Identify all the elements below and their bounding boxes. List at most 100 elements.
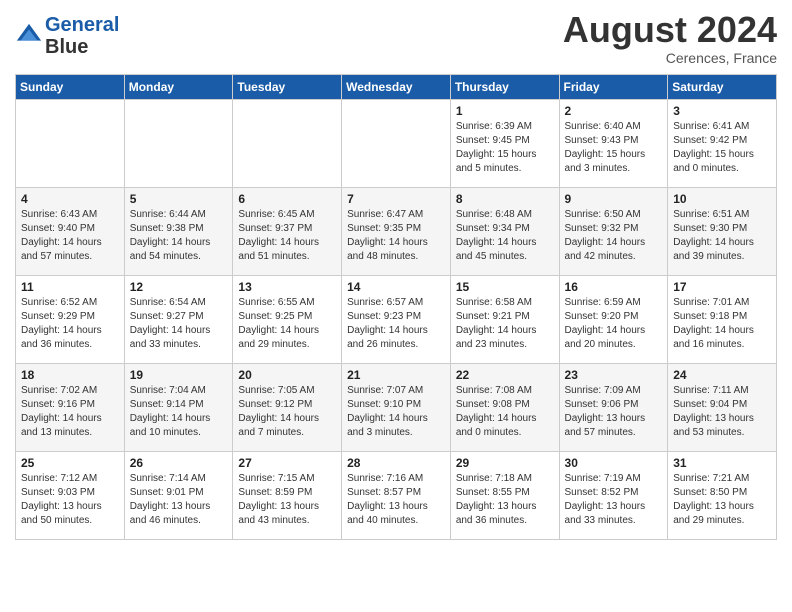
day-info: Sunrise: 6:48 AM Sunset: 9:34 PM Dayligh… [456,208,554,264]
day-info: Sunrise: 7:01 AM Sunset: 9:18 PM Dayligh… [673,296,771,352]
calendar-cell: 12 Sunrise: 6:54 AM Sunset: 9:27 PM Dayli… [124,275,233,363]
day-number: 3 [673,104,771,118]
day-number: 30 [565,456,663,470]
calendar-cell: 15 Sunrise: 6:58 AM Sunset: 9:21 PM Dayli… [450,275,559,363]
calendar-cell [233,99,342,187]
day-number: 1 [456,104,554,118]
day-info: Sunrise: 6:54 AM Sunset: 9:27 PM Dayligh… [130,296,228,352]
day-number: 4 [21,192,119,206]
day-number: 7 [347,192,445,206]
calendar-cell: 19 Sunrise: 7:04 AM Sunset: 9:14 PM Dayli… [124,363,233,451]
day-info: Sunrise: 7:11 AM Sunset: 9:04 PM Dayligh… [673,384,771,440]
calendar-cell: 5 Sunrise: 6:44 AM Sunset: 9:38 PM Daylig… [124,187,233,275]
day-number: 10 [673,192,771,206]
weekday-header-thursday: Thursday [450,74,559,99]
calendar-cell: 1 Sunrise: 6:39 AM Sunset: 9:45 PM Daylig… [450,99,559,187]
day-info: Sunrise: 6:40 AM Sunset: 9:43 PM Dayligh… [565,120,663,176]
day-info: Sunrise: 6:55 AM Sunset: 9:25 PM Dayligh… [238,296,336,352]
day-number: 20 [238,368,336,382]
calendar-cell: 10 Sunrise: 6:51 AM Sunset: 9:30 PM Dayli… [668,187,777,275]
day-number: 13 [238,280,336,294]
calendar-cell: 21Sunrise: 7:07 AM Sunset: 9:10 PM Dayli… [342,363,451,451]
day-number: 6 [238,192,336,206]
day-number: 25 [21,456,119,470]
day-number: 21 [347,368,445,382]
calendar-cell: 2 Sunrise: 6:40 AM Sunset: 9:43 PM Daylig… [559,99,668,187]
day-info: Sunrise: 7:05 AM Sunset: 9:12 PM Dayligh… [238,384,336,440]
day-info: Sunrise: 7:04 AM Sunset: 9:14 PM Dayligh… [130,384,228,440]
day-info: Sunrise: 6:44 AM Sunset: 9:38 PM Dayligh… [130,208,228,264]
calendar-cell: 29 Sunrise: 7:18 AM Sunset: 8:55 PM Dayli… [450,451,559,539]
logo-icon [15,22,43,50]
day-info: Sunrise: 7:09 AM Sunset: 9:06 PM Dayligh… [565,384,663,440]
day-number: 19 [130,368,228,382]
day-info: Sunrise: 7:16 AM Sunset: 8:57 PM Dayligh… [347,472,445,528]
calendar-cell: 9 Sunrise: 6:50 AM Sunset: 9:32 PM Daylig… [559,187,668,275]
calendar-week-row: 18Sunrise: 7:02 AM Sunset: 9:16 PM Dayli… [16,363,777,451]
calendar-cell: 14Sunrise: 6:57 AM Sunset: 9:23 PM Dayli… [342,275,451,363]
day-info: Sunrise: 6:41 AM Sunset: 9:42 PM Dayligh… [673,120,771,176]
day-info: Sunrise: 7:14 AM Sunset: 9:01 PM Dayligh… [130,472,228,528]
calendar-cell [16,99,125,187]
page-header: General Blue August 2024 Cerences, Franc… [15,10,777,66]
day-info: Sunrise: 6:51 AM Sunset: 9:30 PM Dayligh… [673,208,771,264]
day-number: 27 [238,456,336,470]
logo: General Blue [15,14,119,58]
calendar-cell: 3 Sunrise: 6:41 AM Sunset: 9:42 PM Daylig… [668,99,777,187]
day-number: 5 [130,192,228,206]
day-info: Sunrise: 7:15 AM Sunset: 8:59 PM Dayligh… [238,472,336,528]
location: Cerences, France [563,50,777,66]
calendar-cell: 25 Sunrise: 7:12 AM Sunset: 9:03 PM Dayli… [16,451,125,539]
day-number: 9 [565,192,663,206]
weekday-header-row: SundayMondayTuesdayWednesdayThursdayFrid… [16,74,777,99]
day-number: 23 [565,368,663,382]
day-info: Sunrise: 6:39 AM Sunset: 9:45 PM Dayligh… [456,120,554,176]
day-info: Sunrise: 7:12 AM Sunset: 9:03 PM Dayligh… [21,472,119,528]
calendar-cell: 22 Sunrise: 7:08 AM Sunset: 9:08 PM Dayli… [450,363,559,451]
calendar-cell: 24Sunrise: 7:11 AM Sunset: 9:04 PM Dayli… [668,363,777,451]
day-info: Sunrise: 7:21 AM Sunset: 8:50 PM Dayligh… [673,472,771,528]
weekday-header-saturday: Saturday [668,74,777,99]
calendar-cell [342,99,451,187]
day-info: Sunrise: 6:50 AM Sunset: 9:32 PM Dayligh… [565,208,663,264]
day-number: 15 [456,280,554,294]
day-number: 17 [673,280,771,294]
calendar-cell: 30 Sunrise: 7:19 AM Sunset: 8:52 PM Dayli… [559,451,668,539]
calendar-cell: 11Sunrise: 6:52 AM Sunset: 9:29 PM Dayli… [16,275,125,363]
calendar-cell: 31 Sunrise: 7:21 AM Sunset: 8:50 PM Dayli… [668,451,777,539]
calendar-cell: 28 Sunrise: 7:16 AM Sunset: 8:57 PM Dayli… [342,451,451,539]
calendar-cell: 18Sunrise: 7:02 AM Sunset: 9:16 PM Dayli… [16,363,125,451]
calendar-cell: 6 Sunrise: 6:45 AM Sunset: 9:37 PM Daylig… [233,187,342,275]
day-number: 22 [456,368,554,382]
day-info: Sunrise: 7:18 AM Sunset: 8:55 PM Dayligh… [456,472,554,528]
day-number: 18 [21,368,119,382]
day-number: 28 [347,456,445,470]
calendar-cell: 23 Sunrise: 7:09 AM Sunset: 9:06 PM Dayli… [559,363,668,451]
day-info: Sunrise: 6:59 AM Sunset: 9:20 PM Dayligh… [565,296,663,352]
calendar-cell: 20 Sunrise: 7:05 AM Sunset: 9:12 PM Dayli… [233,363,342,451]
day-number: 12 [130,280,228,294]
weekday-header-wednesday: Wednesday [342,74,451,99]
calendar-cell: 16 Sunrise: 6:59 AM Sunset: 9:20 PM Dayli… [559,275,668,363]
day-info: Sunrise: 7:19 AM Sunset: 8:52 PM Dayligh… [565,472,663,528]
weekday-header-monday: Monday [124,74,233,99]
day-info: Sunrise: 7:08 AM Sunset: 9:08 PM Dayligh… [456,384,554,440]
calendar-cell: 7 Sunrise: 6:47 AM Sunset: 9:35 PM Daylig… [342,187,451,275]
day-number: 26 [130,456,228,470]
day-number: 16 [565,280,663,294]
day-info: Sunrise: 6:58 AM Sunset: 9:21 PM Dayligh… [456,296,554,352]
logo-text: General Blue [45,14,119,58]
day-info: Sunrise: 6:47 AM Sunset: 9:35 PM Dayligh… [347,208,445,264]
day-number: 2 [565,104,663,118]
day-info: Sunrise: 6:57 AM Sunset: 9:23 PM Dayligh… [347,296,445,352]
weekday-header-sunday: Sunday [16,74,125,99]
calendar-table: SundayMondayTuesdayWednesdayThursdayFrid… [15,74,777,540]
day-number: 31 [673,456,771,470]
day-info: Sunrise: 6:45 AM Sunset: 9:37 PM Dayligh… [238,208,336,264]
calendar-cell: 26 Sunrise: 7:14 AM Sunset: 9:01 PM Dayli… [124,451,233,539]
calendar-week-row: 1 Sunrise: 6:39 AM Sunset: 9:45 PM Daylig… [16,99,777,187]
day-number: 29 [456,456,554,470]
month-year: August 2024 [563,10,777,50]
weekday-header-tuesday: Tuesday [233,74,342,99]
day-number: 8 [456,192,554,206]
